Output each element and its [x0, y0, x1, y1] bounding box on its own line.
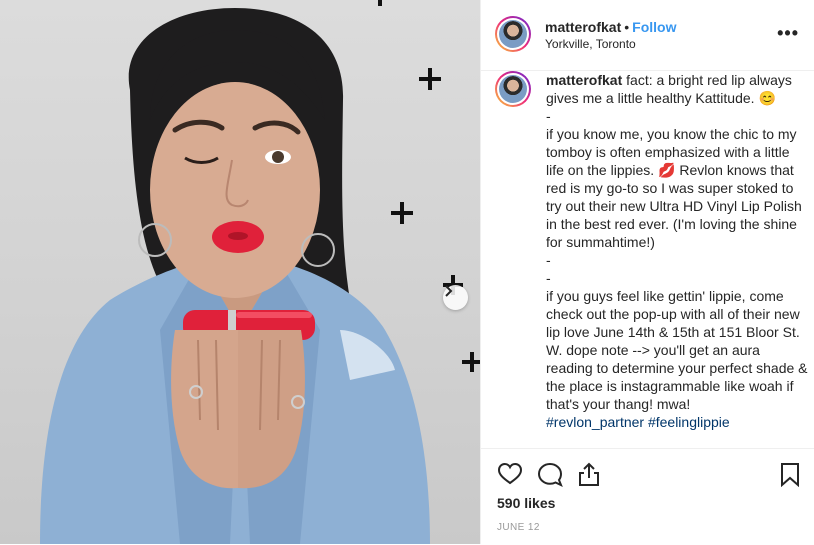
bookmark-icon[interactable] [777, 461, 803, 487]
follow-button[interactable]: Follow [632, 19, 676, 35]
photo-illustration [40, 0, 480, 544]
likes-count[interactable]: 590 likes [497, 495, 555, 511]
separator-dot: • [624, 19, 630, 35]
caption-username[interactable]: matterofkat [546, 72, 622, 88]
header-username[interactable]: matterofkat [545, 19, 621, 35]
post-side-panel: matterofkat • Follow Yorkville, Toronto ••… [480, 0, 814, 544]
post-date[interactable]: JUNE 12 [497, 522, 540, 533]
post-photo[interactable] [0, 0, 480, 544]
more-options-button[interactable]: ••• [777, 23, 799, 44]
share-icon[interactable] [576, 461, 602, 487]
avatar[interactable] [495, 16, 531, 52]
caption-text: matterofkat fact: a bright red lip alway… [546, 71, 808, 431]
location-link[interactable]: Yorkville, Toronto [545, 37, 636, 51]
next-photo-button[interactable] [443, 285, 468, 310]
comment-icon[interactable] [537, 461, 563, 487]
caption-area[interactable]: matterofkat fact: a bright red lip alway… [481, 71, 814, 448]
post-actions: 590 likes JUNE 12 [481, 448, 814, 545]
caption-avatar[interactable] [495, 71, 531, 107]
chevron-right-icon [445, 285, 453, 297]
heart-icon[interactable] [497, 461, 523, 487]
post-header: matterofkat • Follow Yorkville, Toronto ••… [481, 0, 814, 71]
caption-body: fact: a bright red lip always gives me a… [546, 72, 808, 412]
caption-hashtags[interactable]: #revlon_partner #feelinglippie [546, 414, 730, 430]
header-user-row: matterofkat • Follow [545, 19, 676, 37]
